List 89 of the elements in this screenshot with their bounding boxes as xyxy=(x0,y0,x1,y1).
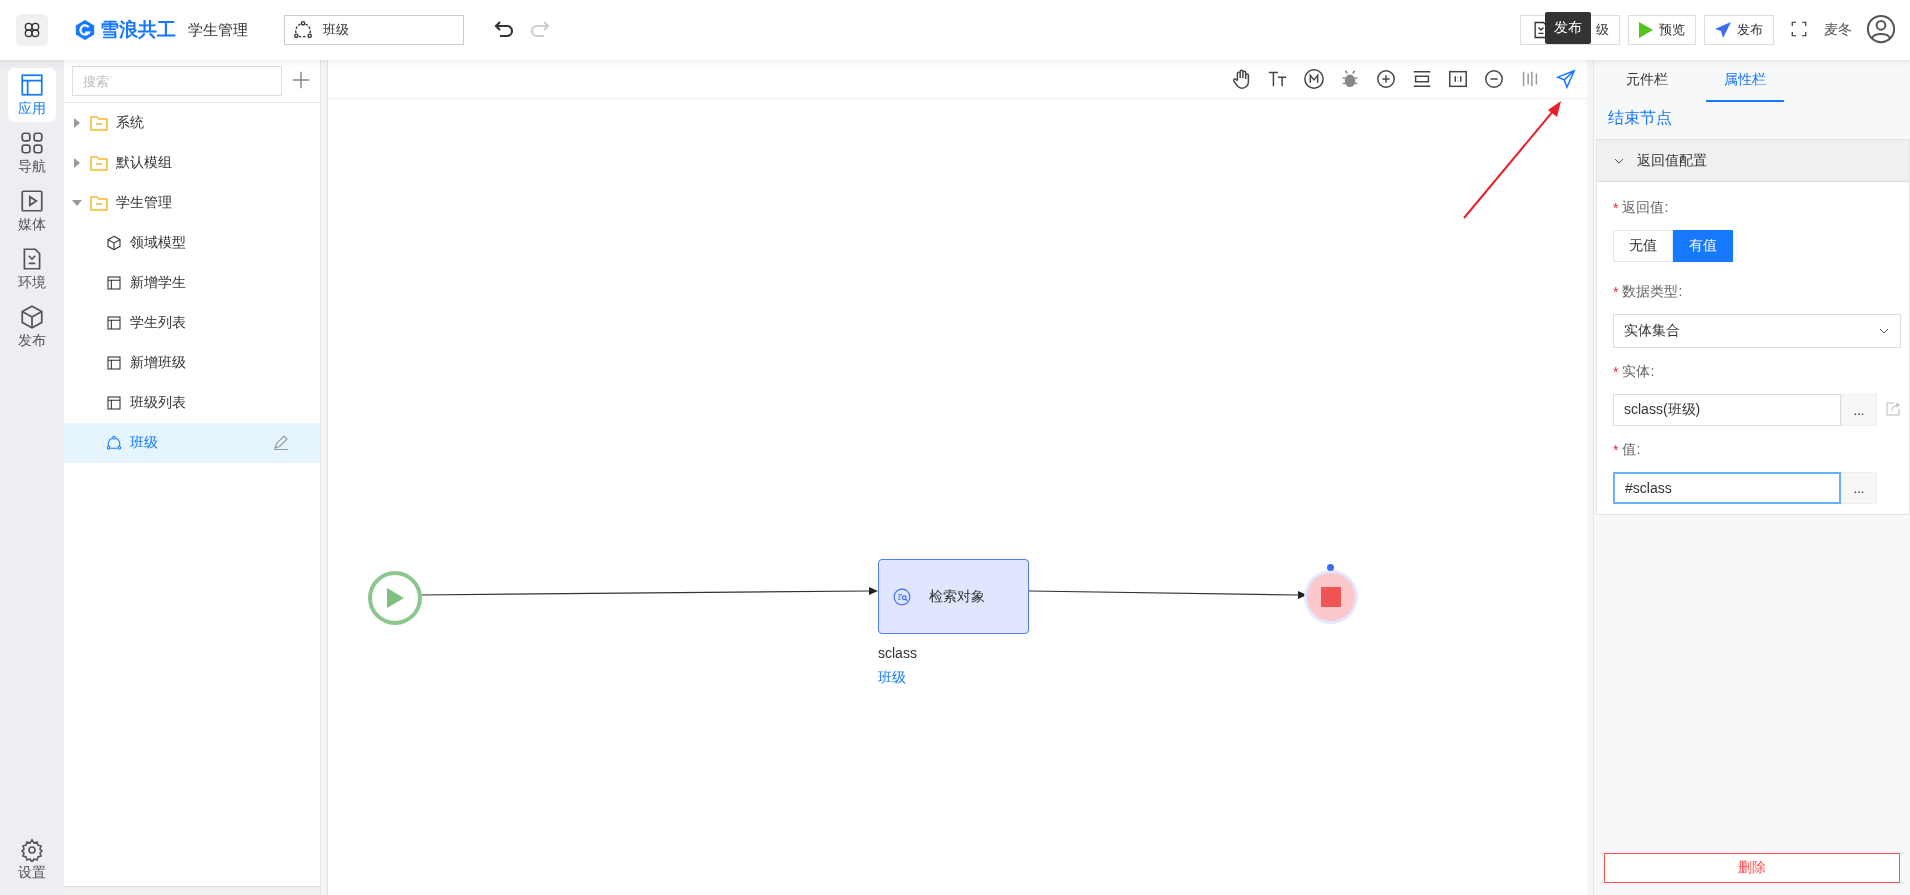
tree-item[interactable]: 新增学生 xyxy=(64,263,320,303)
send-icon xyxy=(1555,68,1577,90)
publish-button[interactable]: 发布 xyxy=(1704,15,1774,45)
folder-icon xyxy=(90,115,108,131)
layout-icon xyxy=(19,72,45,98)
actual-size-button[interactable] xyxy=(1447,68,1469,90)
send-button[interactable] xyxy=(1555,68,1577,90)
section-header[interactable]: 返回值配置 xyxy=(1597,140,1909,182)
m-tool-button[interactable] xyxy=(1303,68,1325,90)
circle-m-icon xyxy=(1303,68,1325,90)
zoom-out-icon xyxy=(1483,68,1505,90)
input-field[interactable]: sclass(班级) xyxy=(1613,394,1841,426)
input-field[interactable]: #sclass xyxy=(1613,472,1841,504)
logo-text: 雪浪共工 xyxy=(100,18,176,42)
settings-icon xyxy=(20,838,44,862)
app-name: 学生管理 xyxy=(188,20,248,40)
more-button[interactable]: ... xyxy=(1841,394,1877,426)
folder-icon xyxy=(90,195,108,211)
tree-item[interactable]: 班级 xyxy=(64,423,320,463)
tree-item[interactable]: 班级列表 xyxy=(64,383,320,423)
node-variable: sclass xyxy=(878,645,917,661)
zoom-in-icon xyxy=(1375,68,1397,90)
tree-item[interactable]: 系统 xyxy=(64,103,320,143)
field-label: 值: xyxy=(1622,441,1641,459)
tree-item[interactable]: 默认模组 xyxy=(64,143,320,183)
zoom-out-button[interactable] xyxy=(1483,68,1505,90)
open-link-icon xyxy=(1885,400,1901,417)
rail-item[interactable]: 导航 xyxy=(8,126,56,180)
field-label: 实体: xyxy=(1622,363,1655,381)
field-label: 数据类型: xyxy=(1622,283,1683,301)
rail-item[interactable]: 设置 xyxy=(8,833,56,887)
user-name: 麦冬 xyxy=(1824,21,1852,39)
required-mark: * xyxy=(1613,364,1619,380)
user-icon xyxy=(1866,13,1896,44)
flow-icon xyxy=(106,435,122,451)
tree-item[interactable]: 领域模型 xyxy=(64,223,320,263)
node-title: 结束节点 xyxy=(1607,108,1673,128)
cube-icon xyxy=(106,235,122,251)
logo-icon xyxy=(74,19,96,41)
flow-icon xyxy=(293,20,313,40)
required-mark: * xyxy=(1613,200,1619,216)
fit-icon xyxy=(1411,68,1433,90)
anchor-dot[interactable] xyxy=(1327,564,1334,571)
node-entity: 班级 xyxy=(878,669,906,687)
end-node[interactable] xyxy=(1307,573,1355,621)
clover-icon xyxy=(22,20,42,40)
task-node[interactable]: 检索对象 xyxy=(878,559,1029,634)
rail-item[interactable]: 媒体 xyxy=(8,184,56,238)
tree-item[interactable]: 学生管理 xyxy=(64,183,320,223)
toggle-option[interactable]: 无值 xyxy=(1613,230,1673,262)
panel-tab[interactable]: 元件栏 xyxy=(1608,60,1686,102)
search-field[interactable]: 搜索 xyxy=(72,66,282,96)
layout-icon xyxy=(106,395,122,411)
rail-item[interactable]: 发布 xyxy=(8,300,56,354)
select-field[interactable]: 实体集合 xyxy=(1613,314,1901,348)
field-label: 返回值: xyxy=(1622,199,1669,217)
more-button[interactable]: ... xyxy=(1841,472,1877,504)
app-menu-button[interactable] xyxy=(16,14,48,46)
preview-button[interactable]: 预览 xyxy=(1628,15,1696,45)
caret-right-icon xyxy=(72,158,82,168)
fullscreen-icon xyxy=(1790,19,1808,38)
play-icon xyxy=(1639,22,1653,38)
folder-icon xyxy=(90,155,108,171)
play-icon xyxy=(385,587,405,609)
rail-item[interactable]: 应用 xyxy=(8,68,56,122)
send-icon xyxy=(1715,22,1731,38)
layout-icon xyxy=(106,275,122,291)
tooltip: 发布 xyxy=(1545,12,1591,44)
fit-button[interactable] xyxy=(1411,68,1433,90)
layout-icon xyxy=(106,355,122,371)
required-mark: * xyxy=(1613,442,1619,458)
tree-item[interactable]: 新增班级 xyxy=(64,343,320,383)
rail-item[interactable]: 环境 xyxy=(8,242,56,296)
video-icon xyxy=(19,188,45,214)
actual-size-icon xyxy=(1447,68,1469,90)
toggle-option[interactable]: 有值 xyxy=(1673,230,1733,262)
search-list-icon xyxy=(893,587,911,606)
required-mark: * xyxy=(1613,284,1619,300)
current-page-field[interactable]: 班级 xyxy=(284,15,464,45)
scrollbar[interactable] xyxy=(64,886,320,895)
zoom-in-button[interactable] xyxy=(1375,68,1397,90)
tree-item[interactable]: 学生列表 xyxy=(64,303,320,343)
start-node[interactable] xyxy=(368,571,422,625)
panel-tab[interactable]: 属性栏 xyxy=(1706,60,1784,102)
caret-right-icon xyxy=(72,118,82,128)
cube-icon xyxy=(19,304,45,330)
caret-down-icon xyxy=(72,198,82,208)
layout-icon xyxy=(106,315,122,331)
grid-icon xyxy=(19,130,45,156)
